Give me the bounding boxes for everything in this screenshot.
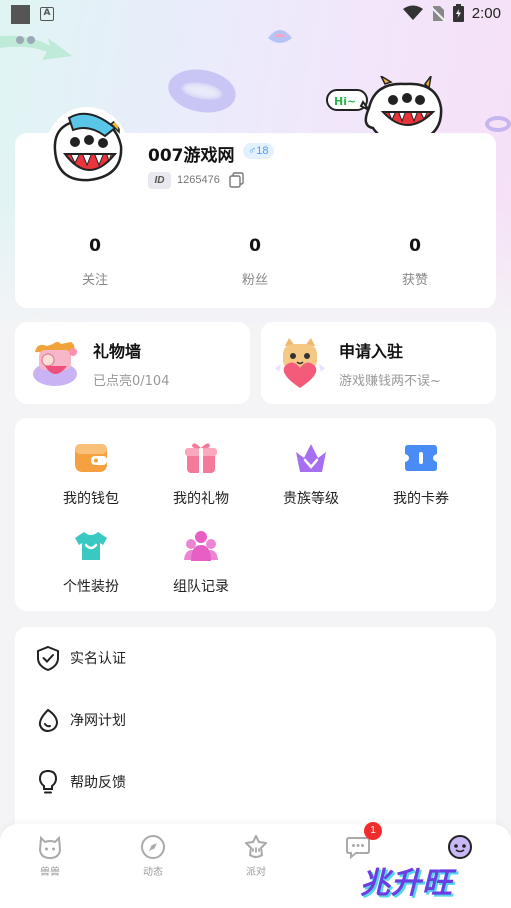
status-bar: A 2:00 bbox=[0, 0, 511, 28]
stat-following-label: 关注 bbox=[81, 273, 108, 288]
crown-icon bbox=[296, 444, 326, 472]
party-icon bbox=[245, 835, 267, 858]
tab-label-moments: 动态 bbox=[143, 867, 163, 878]
list-item-real-name-auth[interactable]: 实名认证 bbox=[35, 644, 126, 672]
grid-item-wallet[interactable]: 我的钱包 bbox=[41, 440, 141, 508]
username: 007游戏网 bbox=[148, 146, 235, 166]
watermark-logo: 兆升旺 bbox=[360, 866, 453, 901]
decorative-small-ring bbox=[485, 116, 511, 132]
grid-item-dressup[interactable]: 个性装扮 bbox=[41, 528, 141, 596]
compass-icon bbox=[141, 835, 165, 859]
apply-join-cat-illustration-icon bbox=[275, 338, 325, 388]
tshirt-icon bbox=[75, 532, 107, 560]
settings-list: 实名认证 净网计划 帮助反馈 bbox=[15, 627, 496, 847]
stat-fans-label: 粉丝 bbox=[241, 273, 268, 288]
avatar-monster-icon bbox=[53, 112, 123, 182]
battery-icon bbox=[452, 4, 464, 22]
feature-grid: 我的钱包 我的礼物 贵族等级 我的卡券 个性装扮 组队记录 bbox=[15, 418, 496, 611]
stat-likes[interactable]: 0 获赞 bbox=[365, 236, 465, 288]
wifi-icon bbox=[402, 5, 423, 20]
grid-label-wallet: 我的钱包 bbox=[63, 491, 119, 507]
team-icon bbox=[184, 531, 218, 561]
tab-moments[interactable]: 动态 bbox=[123, 834, 183, 878]
stat-fans[interactable]: 0 粉丝 bbox=[205, 236, 305, 288]
grid-label-gifts: 我的礼物 bbox=[173, 491, 229, 507]
grid-label-team-records: 组队记录 bbox=[173, 579, 229, 595]
tab-beast[interactable]: 兽兽 bbox=[20, 834, 80, 878]
tab-label-party: 派对 bbox=[246, 867, 266, 878]
status-time: 2:00 bbox=[471, 4, 501, 22]
gift-icon bbox=[185, 443, 217, 473]
notification-a-icon: A bbox=[40, 7, 54, 21]
beast-icon bbox=[38, 835, 62, 860]
grid-item-team-records[interactable]: 组队记录 bbox=[151, 528, 251, 596]
mascot-bubble-text: Hi~ bbox=[334, 95, 356, 108]
grid-label-noble-level: 贵族等级 bbox=[283, 491, 339, 507]
apply-join-subtitle: 游戏赚钱两不误~ bbox=[339, 374, 441, 389]
apply-join-card[interactable]: 申请入驻 游戏赚钱两不误~ bbox=[261, 322, 496, 404]
list-item-clean-network[interactable]: 净网计划 bbox=[35, 706, 126, 734]
id-label-badge: ID bbox=[148, 172, 171, 189]
notification-square-icon bbox=[11, 5, 30, 24]
gift-wall-card[interactable]: 礼物墙 已点亮0/104 bbox=[15, 322, 250, 404]
grid-item-gifts[interactable]: 我的礼物 bbox=[151, 440, 251, 508]
leaf-icon bbox=[38, 708, 59, 733]
list-label-real-name-auth: 实名认证 bbox=[70, 651, 126, 667]
tab-party[interactable]: 派对 bbox=[226, 834, 286, 878]
no-sim-icon bbox=[430, 5, 445, 22]
stat-likes-value: 0 bbox=[409, 236, 421, 256]
stat-fans-value: 0 bbox=[249, 236, 261, 256]
grid-label-tickets: 我的卡券 bbox=[393, 491, 449, 507]
stat-following[interactable]: 0 关注 bbox=[45, 236, 145, 288]
decorative-gem-icon bbox=[268, 30, 292, 43]
copy-icon[interactable] bbox=[229, 172, 245, 188]
gift-wall-title: 礼物墙 bbox=[93, 342, 142, 361]
list-item-help-feedback[interactable]: 帮助反馈 bbox=[35, 768, 126, 796]
stat-following-value: 0 bbox=[89, 236, 101, 256]
grid-item-tickets[interactable]: 我的卡券 bbox=[371, 440, 471, 508]
wallet-icon bbox=[75, 444, 107, 472]
user-id-value: 1265476 bbox=[177, 174, 220, 186]
shield-check-icon bbox=[37, 645, 59, 671]
list-label-clean-network: 净网计划 bbox=[70, 713, 126, 729]
stat-likes-label: 获赞 bbox=[401, 273, 428, 288]
decorative-arrow-icon bbox=[0, 35, 72, 60]
ticket-icon bbox=[405, 445, 437, 471]
gift-wall-illustration-icon bbox=[33, 342, 77, 386]
grid-item-noble-level[interactable]: 贵族等级 bbox=[261, 440, 361, 508]
apply-join-title: 申请入驻 bbox=[339, 342, 404, 361]
grid-label-dressup: 个性装扮 bbox=[63, 579, 119, 595]
message-count-badge: 1 bbox=[364, 822, 382, 840]
tab-label-beast: 兽兽 bbox=[40, 867, 60, 878]
avatar[interactable] bbox=[46, 107, 128, 189]
gift-wall-subtitle: 已点亮0/104 bbox=[93, 374, 170, 389]
lightbulb-icon bbox=[38, 769, 58, 794]
list-label-help-feedback: 帮助反馈 bbox=[70, 775, 126, 791]
gender-age-badge: ♂18 bbox=[243, 143, 274, 159]
avatar-icon bbox=[448, 835, 472, 859]
